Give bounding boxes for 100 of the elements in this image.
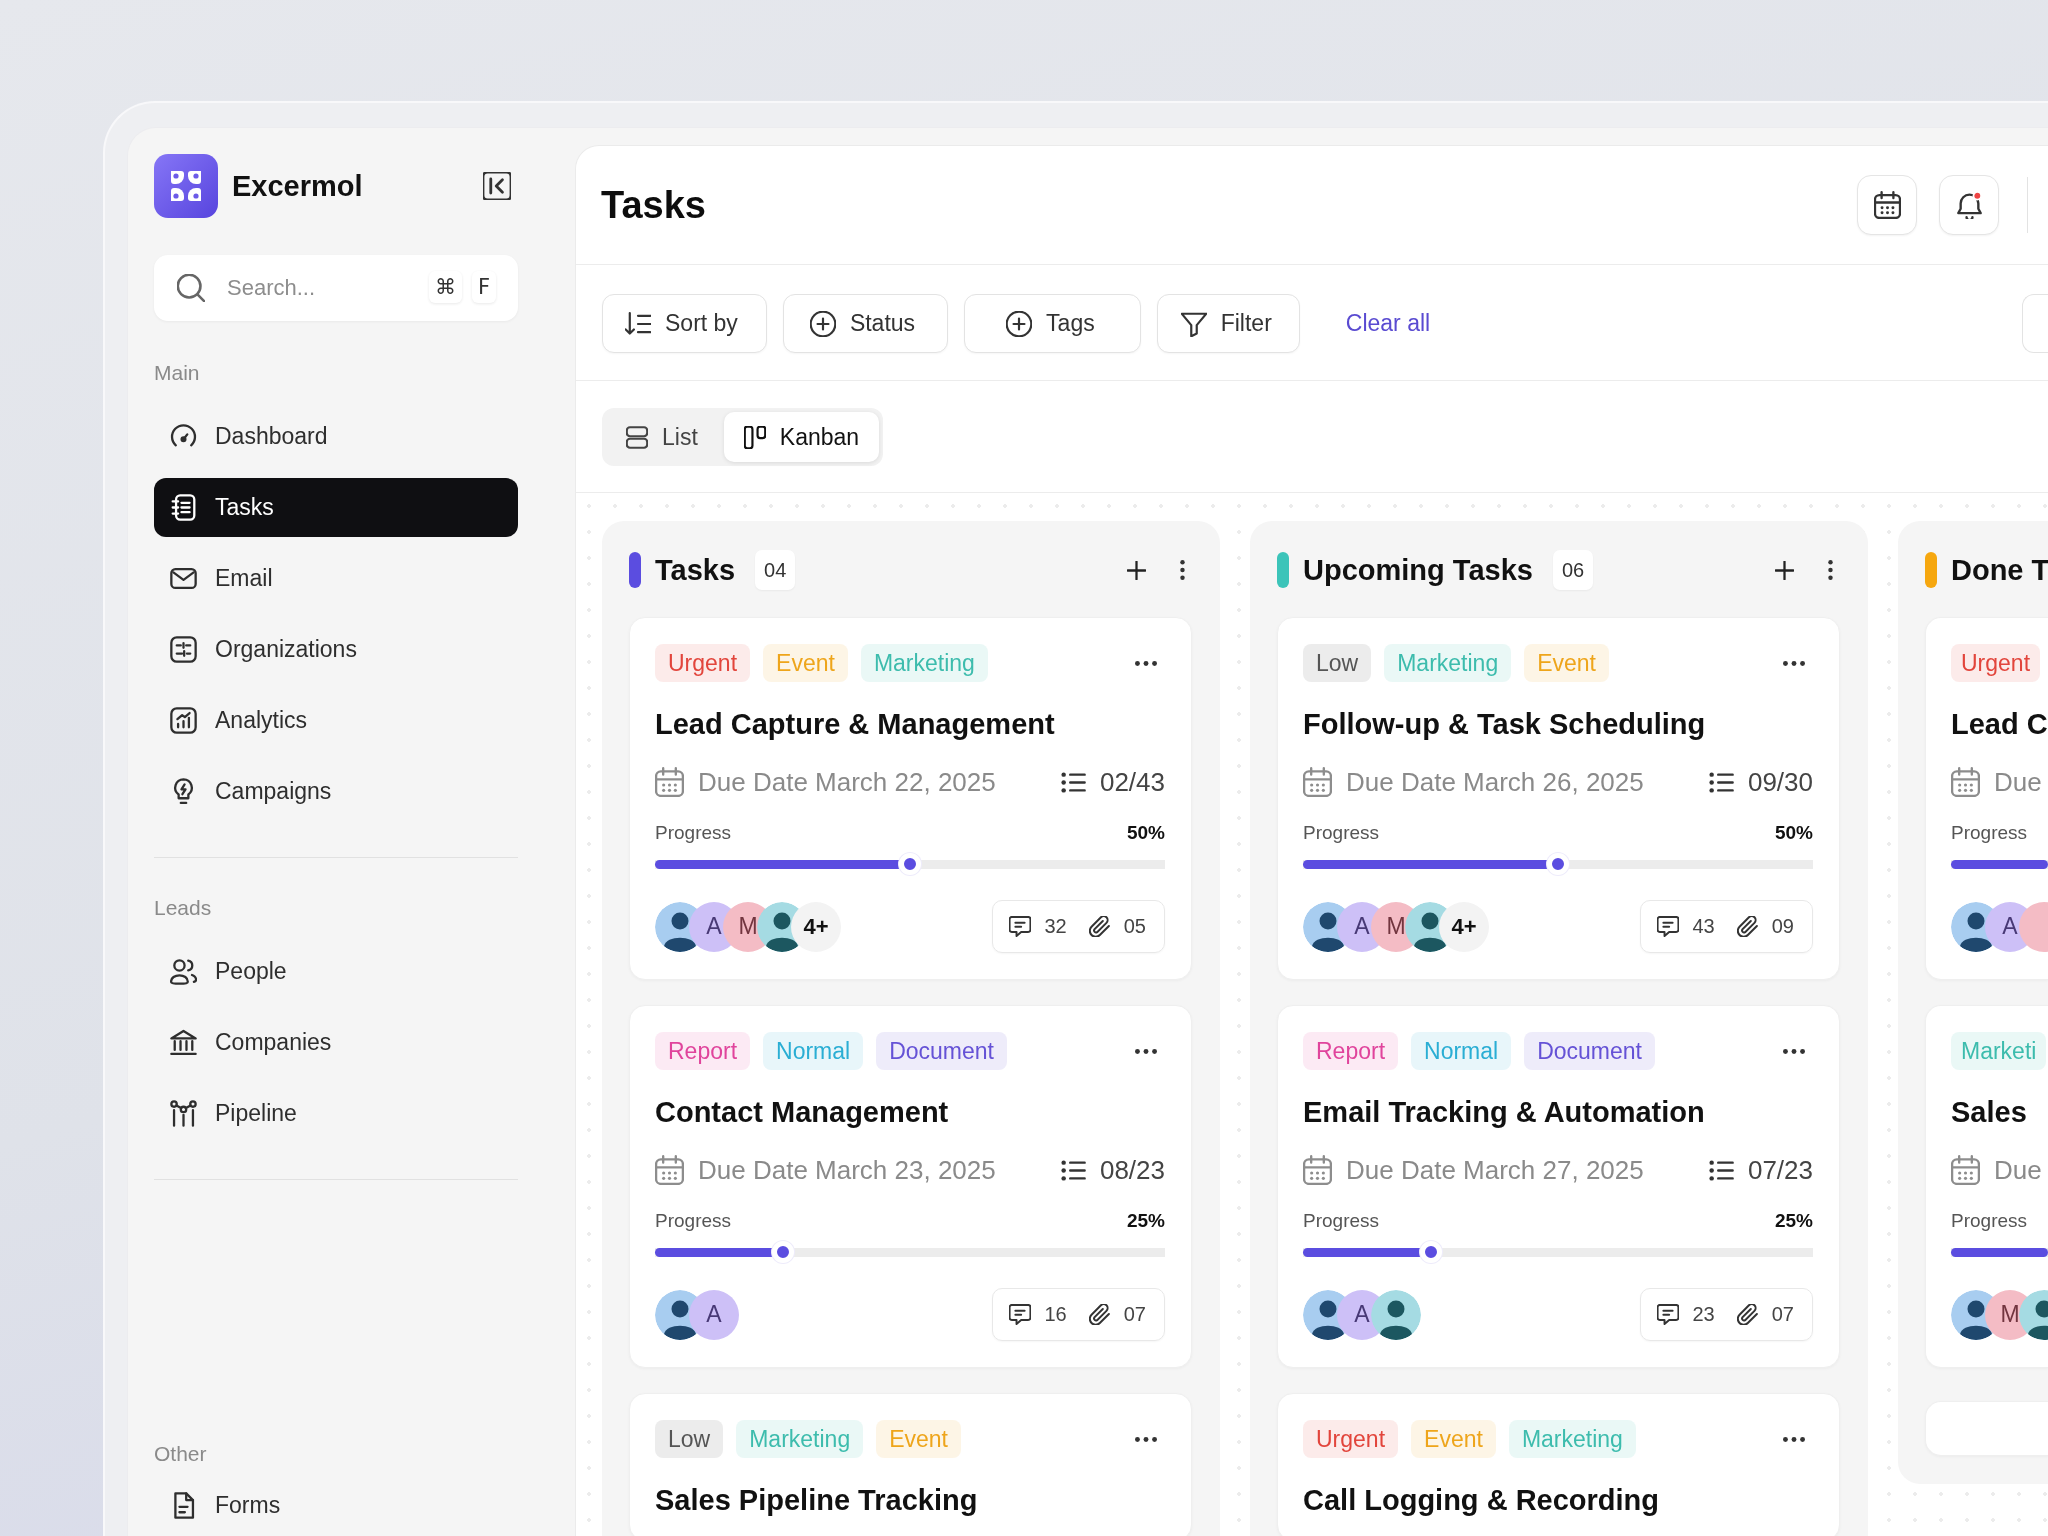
collapse-sidebar-icon[interactable] xyxy=(483,172,511,200)
nav-item[interactable]: Tasks xyxy=(154,478,518,537)
bank-icon xyxy=(170,1029,197,1056)
task-card[interactable]: Urgent Event Marketing Lead Capture & Management Due Date March 22, 2025 02/43 Progress 50% A M 4+ 32 05 xyxy=(629,617,1192,980)
progress-percent: 25% xyxy=(1126,1210,1165,1232)
view-tab[interactable]: Kanban xyxy=(723,412,880,462)
comment-count: 16 xyxy=(1044,1303,1067,1326)
bell-icon xyxy=(1955,191,1983,219)
progress-label: Progress xyxy=(655,822,732,844)
due-date: Due xyxy=(1994,766,2042,798)
paperclip-icon xyxy=(1088,1304,1110,1325)
section-heading: Leads xyxy=(154,895,213,921)
progress-percent: 50% xyxy=(1774,822,1813,844)
calendar-button[interactable] xyxy=(1857,175,1917,235)
task-card[interactable]: Low Marketing Event Sales Pipeline Tracking xyxy=(629,1393,1192,1536)
task-card[interactable]: Marketi Sales Due Progress M xyxy=(1925,1005,2048,1368)
more-members-count: 4+ xyxy=(1439,901,1489,952)
search-icon xyxy=(177,274,205,302)
add-icon[interactable] xyxy=(1775,560,1794,580)
rows-icon xyxy=(626,425,648,449)
more-options-icon[interactable] xyxy=(1180,560,1185,580)
tag-label: Event xyxy=(1411,1420,1496,1458)
nav-item[interactable]: Campaigns xyxy=(154,762,518,821)
task-count-badge: 04 xyxy=(755,550,796,590)
card-title: Call Logging & Recording xyxy=(1303,1483,1661,1518)
attachment-count: 07 xyxy=(1771,1303,1794,1326)
more-options-icon[interactable] xyxy=(1783,660,1805,666)
notifications-button[interactable] xyxy=(1939,175,1999,235)
more-members-count: 4+ xyxy=(791,901,841,952)
nav-item[interactable]: Dashboard xyxy=(154,407,518,466)
nav-item[interactable]: Analytics xyxy=(154,691,518,750)
checklist-icon xyxy=(1708,1159,1734,1181)
card-title: Lead Capture & Management xyxy=(655,707,1056,742)
progress-thumb xyxy=(771,1241,794,1263)
progress-label: Progress xyxy=(1303,1210,1380,1232)
tag-label: Urgent xyxy=(655,644,751,682)
card-title: Sales Pipeline Tracking xyxy=(655,1483,979,1518)
progress-thumb xyxy=(899,853,921,875)
task-count-badge: 06 xyxy=(1552,550,1594,590)
tag-label: Event xyxy=(876,1420,961,1458)
progress-label: Progress xyxy=(1951,822,2028,844)
nav-item[interactable]: People xyxy=(154,942,518,1001)
filter-button[interactable]: Filter xyxy=(1156,294,1300,353)
subtask-count: 07/23 xyxy=(1747,1154,1813,1186)
clear-all-link[interactable]: Clear all xyxy=(1345,294,1431,353)
due-date: Due Date March 22, 2025 xyxy=(698,766,996,798)
progress-label: Progress xyxy=(655,1210,732,1232)
paperclip-icon xyxy=(1736,1304,1758,1325)
page-title: Tasks xyxy=(601,183,706,227)
comment-icon xyxy=(1008,916,1031,937)
tag-label: Marketi xyxy=(1951,1032,2047,1070)
nav-item[interactable]: Email xyxy=(154,549,518,608)
tag-label: Urgent xyxy=(1303,1420,1399,1458)
notebook-icon xyxy=(170,494,197,521)
task-card[interactable]: Report Normal Document Email Tracking & Automation Due Date March 27, 2025 07/23 Progress 25% A 23 07 xyxy=(1277,1005,1840,1368)
add-icon[interactable] xyxy=(1127,560,1146,580)
status-button[interactable]: Status xyxy=(782,294,949,353)
task-card[interactable]: Urgent Lead C Due Progress A xyxy=(1925,617,2048,980)
section-heading: Main xyxy=(154,360,201,386)
tag-label: Report xyxy=(655,1032,751,1070)
task-card[interactable]: Report Normal Document Contact Management Due Date March 23, 2025 08/23 Progress 25% A 16 07 xyxy=(629,1005,1192,1368)
task-card[interactable]: Low Marketing Event Follow-up & Task Scheduling Due Date March 26, 2025 09/30 Progress 50% A M 4+ 43 09 xyxy=(1277,617,1840,980)
view-tab[interactable]: List xyxy=(606,412,718,462)
card-title: Email Tracking & Automation xyxy=(1303,1095,1706,1130)
attachment-count: 05 xyxy=(1123,915,1146,938)
task-card[interactable]: Urgent Event Marketing Call Logging & Recording xyxy=(1277,1393,1840,1536)
nav-item[interactable]: Organizations xyxy=(154,620,518,679)
kanban-icon xyxy=(743,425,766,449)
more-options-icon[interactable] xyxy=(1135,1048,1157,1054)
more-options-icon[interactable] xyxy=(1783,1436,1805,1442)
nav-item[interactable]: Forms xyxy=(154,1476,518,1535)
comment-icon xyxy=(1008,1304,1031,1325)
tag-label: Report xyxy=(1303,1032,1399,1070)
comment-count: 23 xyxy=(1692,1303,1715,1326)
calendar-icon xyxy=(655,767,684,797)
tag-label: Low xyxy=(655,1420,724,1458)
progress-thumb xyxy=(1547,853,1569,875)
more-options-icon[interactable] xyxy=(1135,660,1157,666)
checklist-icon xyxy=(1708,771,1734,793)
more-options-icon[interactable] xyxy=(1828,560,1833,580)
tags-button[interactable]: Tags xyxy=(964,294,1141,353)
nav-item[interactable]: Pipeline xyxy=(154,1084,518,1143)
column-title: Tasks xyxy=(655,553,736,587)
calendar-icon xyxy=(1873,191,1901,219)
attachment-count: 09 xyxy=(1771,915,1794,938)
more-options-icon[interactable] xyxy=(1783,1048,1805,1054)
envelope-icon xyxy=(170,565,197,592)
comment-icon xyxy=(1656,1304,1679,1325)
tag-label: Normal xyxy=(763,1032,864,1070)
paperclip-icon xyxy=(1736,916,1758,937)
section-heading: Other xyxy=(154,1441,208,1467)
nav-item[interactable]: Companies xyxy=(154,1013,518,1072)
tag-label: Urgent xyxy=(1951,644,2041,682)
subtask-count: 02/43 xyxy=(1099,766,1165,798)
more-options-icon[interactable] xyxy=(1135,1436,1157,1442)
card-title: Lead C xyxy=(1951,707,2048,742)
sort-icon xyxy=(625,310,651,337)
sort-button[interactable]: Sort by xyxy=(602,294,767,353)
logo-icon xyxy=(154,154,218,218)
filter-icon xyxy=(1180,310,1207,337)
